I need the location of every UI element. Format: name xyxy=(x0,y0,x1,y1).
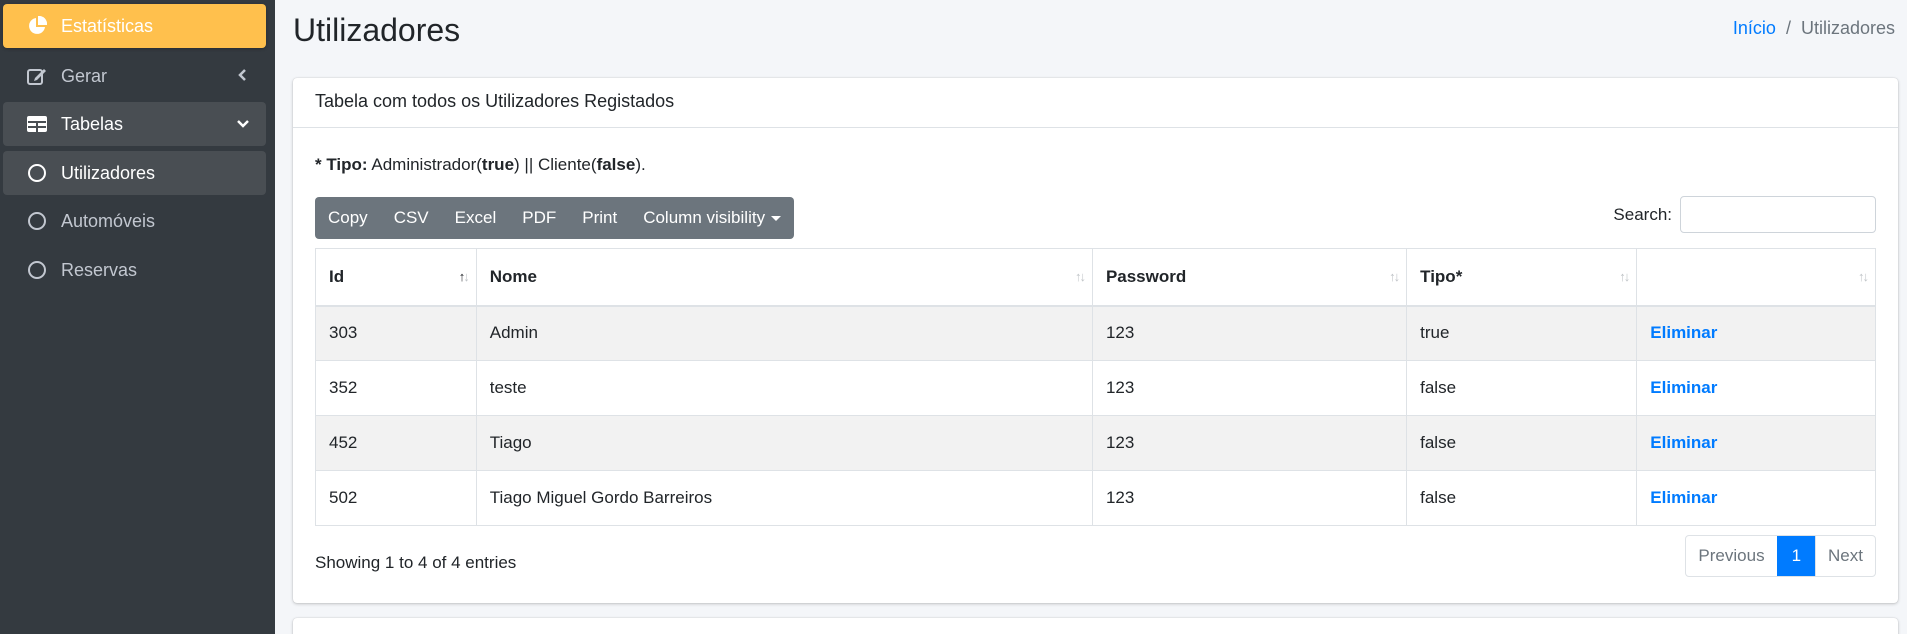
note-false: false xyxy=(596,155,636,174)
note-true: true xyxy=(481,155,515,174)
table-info: Showing 1 to 4 of 4 entries xyxy=(315,553,517,572)
sidebar-item-tabelas[interactable]: Tabelas xyxy=(3,102,266,146)
eliminar-link[interactable]: Eliminar xyxy=(1650,378,1717,397)
eliminar-link[interactable]: Eliminar xyxy=(1650,488,1717,507)
sidebar-item-automoveis[interactable]: Automóveis xyxy=(3,199,266,243)
cell-tipo: false xyxy=(1406,360,1638,416)
breadcrumb-home-link[interactable]: Início xyxy=(1733,18,1776,39)
chevron-left-icon xyxy=(234,66,252,84)
sort-icon: ↑↓ xyxy=(1074,269,1086,284)
page-title: Utilizadores xyxy=(293,12,461,48)
search-label: Search: xyxy=(1613,204,1672,224)
sidebar-item-label: Estatísticas xyxy=(61,15,154,36)
eliminar-link[interactable]: Eliminar xyxy=(1650,433,1717,452)
column-header-password[interactable]: Password ↑↓ xyxy=(1091,248,1408,307)
cell-nome: Tiago Miguel Gordo Barreiros xyxy=(475,470,1093,526)
column-visibility-label: Column visibility xyxy=(643,208,766,227)
page-1-button[interactable]: 1 xyxy=(1776,536,1817,576)
sort-asc-icon: ↑↓ xyxy=(458,269,470,284)
cell-nome: Admin xyxy=(475,305,1093,361)
sidebar: Estatísticas Gerar Tabelas Utilizadores … xyxy=(0,0,275,634)
column-header-tipo[interactable]: Tipo* ↑↓ xyxy=(1406,248,1638,307)
print-button[interactable]: Print xyxy=(569,197,630,239)
cell-actions: Eliminar xyxy=(1636,360,1876,416)
cell-password: 123 xyxy=(1091,305,1408,361)
sidebar-item-label: Utilizadores xyxy=(61,162,156,183)
sidebar-item-label: Tabelas xyxy=(61,113,124,134)
chevron-down-icon xyxy=(234,114,252,132)
cell-tipo: false xyxy=(1406,470,1638,526)
table-row: 352 teste 123 false Eliminar xyxy=(315,360,1876,416)
sidebar-item-label: Automóveis xyxy=(61,210,156,231)
export-buttons: Copy CSV Excel PDF Print Column visibili… xyxy=(315,197,795,239)
sidebar-item-gerar[interactable]: Gerar xyxy=(3,54,266,98)
csv-button[interactable]: CSV xyxy=(381,197,442,239)
table-row: 452 Tiago 123 false Eliminar xyxy=(315,415,1876,471)
copy-button[interactable]: Copy xyxy=(315,197,381,239)
cell-id: 352 xyxy=(315,360,477,416)
cell-password: 123 xyxy=(1091,470,1408,526)
search: Search: xyxy=(1613,196,1876,233)
cell-tipo: false xyxy=(1406,415,1638,471)
note-label: * Tipo: xyxy=(315,155,368,174)
note-text: ) || Cliente( xyxy=(514,155,597,174)
previous-button[interactable]: Previous xyxy=(1686,536,1776,576)
edit-icon xyxy=(25,64,49,88)
circle-icon xyxy=(25,209,49,233)
tipo-note: * Tipo: Administrador(true) || Cliente(f… xyxy=(315,155,646,175)
circle-icon xyxy=(25,258,49,282)
column-header-id[interactable]: Id ↑↓ xyxy=(315,248,477,307)
column-visibility-button[interactable]: Column visibility xyxy=(630,197,794,239)
cell-nome: teste xyxy=(475,360,1093,416)
caret-down-icon xyxy=(771,215,782,221)
sort-icon: ↑↓ xyxy=(1389,269,1400,284)
note-text: Administrador( xyxy=(367,155,482,174)
breadcrumb-separator: / xyxy=(1785,18,1791,38)
cell-password: 123 xyxy=(1091,360,1408,416)
cell-actions: Eliminar xyxy=(1636,470,1876,526)
cell-tipo: true xyxy=(1406,305,1638,361)
circle-icon xyxy=(25,161,49,185)
note-text: ). xyxy=(635,155,646,174)
sidebar-item-estatisticas[interactable]: Estatísticas xyxy=(3,4,266,48)
sort-icon: ↑↓ xyxy=(1858,269,1869,284)
card-title: Tabela com todos os Utilizadores Regista… xyxy=(293,78,1898,128)
sidebar-item-label: Reservas xyxy=(61,259,138,280)
cell-actions: Eliminar xyxy=(1636,305,1876,361)
search-input[interactable] xyxy=(1680,196,1876,233)
cell-actions: Eliminar xyxy=(1636,415,1876,471)
sidebar-item-utilizadores[interactable]: Utilizadores xyxy=(3,151,266,195)
table-icon xyxy=(25,112,49,136)
column-header-nome[interactable]: Nome ↑↓ xyxy=(475,248,1093,307)
table-row: 502 Tiago Miguel Gordo Barreiros 123 fal… xyxy=(315,470,1876,526)
cell-password: 123 xyxy=(1091,415,1408,471)
chart-pie-icon xyxy=(25,14,49,38)
users-table: Id ↑↓ Nome ↑↓ Password ↑↓ Tipo* ↑↓ ↑↓ 303 Ad… xyxy=(315,248,1876,526)
pdf-button[interactable]: PDF xyxy=(509,197,569,239)
table-row: 303 Admin 123 true Eliminar xyxy=(315,305,1876,361)
users-card: Tabela com todos os Utilizadores Regista… xyxy=(293,78,1898,603)
pagination: Previous 1 Next xyxy=(1685,535,1876,577)
breadcrumb: Início / Utilizadores xyxy=(1733,18,1895,39)
next-card xyxy=(293,618,1898,634)
excel-button[interactable]: Excel xyxy=(442,197,510,239)
column-header-actions[interactable]: ↑↓ xyxy=(1636,248,1876,307)
sidebar-item-label: Gerar xyxy=(61,65,108,86)
cell-nome: Tiago xyxy=(475,415,1093,471)
sort-icon: ↑↓ xyxy=(1619,269,1630,284)
next-button[interactable]: Next xyxy=(1816,536,1875,576)
cell-id: 303 xyxy=(315,305,477,361)
eliminar-link[interactable]: Eliminar xyxy=(1650,323,1717,342)
cell-id: 502 xyxy=(315,470,477,526)
cell-id: 452 xyxy=(315,415,477,471)
sidebar-item-reservas[interactable]: Reservas xyxy=(3,248,266,292)
breadcrumb-current: Utilizadores xyxy=(1800,18,1895,38)
